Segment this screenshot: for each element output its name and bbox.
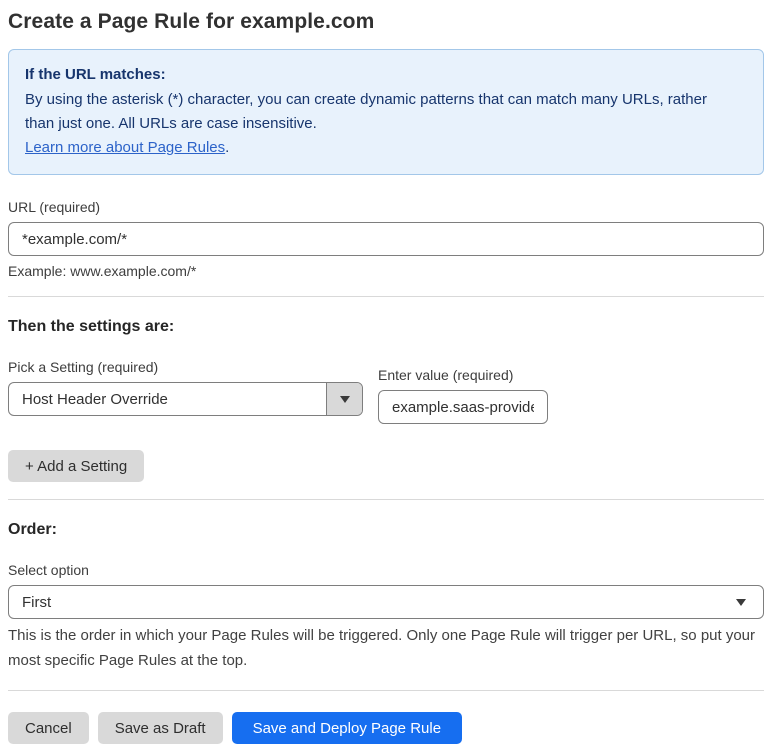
enter-value-label: Enter value (required)	[378, 367, 514, 383]
setting-select-value: Host Header Override	[22, 390, 168, 408]
link-suffix: .	[225, 139, 230, 156]
url-field-label: URL (required)	[8, 199, 101, 215]
setting-select[interactable]: Host Header Override	[8, 382, 363, 416]
pick-setting-group: Pick a Setting (required) Host Header Ov…	[8, 359, 363, 416]
order-help-text: This is the order in which your Page Rul…	[8, 627, 756, 669]
info-box-heading: If the URL matches:	[25, 66, 166, 83]
url-match-info-box: If the URL matches: By using the asteris…	[8, 49, 764, 175]
save-draft-button[interactable]: Save as Draft	[97, 712, 223, 744]
divider	[8, 499, 764, 500]
page-title: Create a Page Rule for example.com	[8, 10, 375, 33]
order-section-heading: Order:	[8, 521, 57, 538]
order-select-value: First	[22, 593, 52, 611]
learn-more-link[interactable]: Learn more about Page Rules	[25, 139, 225, 156]
save-deploy-button[interactable]: Save and Deploy Page Rule	[231, 712, 463, 744]
footer-actions: Cancel Save as Draft Save and Deploy Pag…	[8, 712, 764, 744]
add-setting-button[interactable]: + Add a Setting	[8, 450, 145, 482]
chevron-down-icon	[736, 598, 746, 606]
info-link-line: Learn more about Page Rules.	[25, 136, 747, 160]
settings-row: Pick a Setting (required) Host Header Ov…	[8, 359, 764, 424]
pick-setting-label: Pick a Setting (required)	[8, 359, 159, 375]
cancel-button[interactable]: Cancel	[8, 712, 89, 744]
page-rule-form: Create a Page Rule for example.com If th…	[0, 0, 772, 752]
order-field-group: Select option First This is the order in…	[8, 562, 764, 673]
order-select-label: Select option	[8, 562, 89, 578]
divider	[8, 690, 764, 691]
add-setting-wrap: + Add a Setting	[8, 450, 764, 482]
order-select-arrow	[728, 586, 763, 618]
enter-value-group: Enter value (required)	[378, 367, 548, 424]
setting-select-arrow-button[interactable]	[326, 383, 362, 415]
order-select[interactable]: First	[8, 585, 764, 619]
chevron-down-icon	[339, 395, 350, 403]
info-box-body: By using the asterisk (*) character, you…	[25, 91, 707, 132]
setting-value-input[interactable]	[378, 390, 548, 424]
url-field-group: URL (required) Example: www.example.com/…	[8, 199, 764, 279]
settings-section-heading: Then the settings are:	[8, 318, 175, 335]
url-input[interactable]	[8, 222, 764, 256]
url-example-text: Example: www.example.com/*	[8, 263, 197, 279]
divider	[8, 296, 764, 297]
